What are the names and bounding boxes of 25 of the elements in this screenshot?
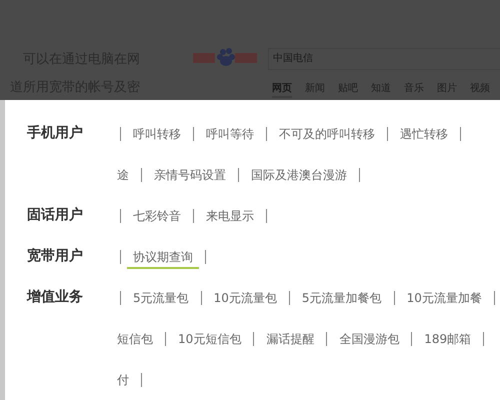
menu-link[interactable]: 途	[117, 164, 129, 184]
menu-link[interactable]: 协议期查询	[127, 244, 199, 268]
category-label: 固话用户	[27, 206, 83, 225]
category-label: 宽带用户	[27, 246, 83, 266]
menu-link[interactable]: 漏话提醒	[266, 328, 314, 348]
menu-link[interactable]: 短信包	[117, 328, 153, 348]
menu-link[interactable]: 七彩铃音	[133, 206, 181, 226]
menu-link[interactable]: 呼叫等待	[206, 124, 254, 144]
menu-link[interactable]: 不可及的呼叫转移	[279, 124, 375, 144]
menu-link[interactable]: 付	[117, 370, 129, 390]
menu-link[interactable]: 189邮箱	[424, 328, 472, 348]
menu-link[interactable]: 全国漫游包	[339, 328, 400, 348]
menu-link[interactable]: 亲情号码设置	[154, 164, 226, 184]
menu-link[interactable]: 5元流量加餐包	[302, 288, 382, 308]
category-label: 增值业务	[27, 288, 83, 307]
menu-link[interactable]: 国际及港澳台漫游	[251, 164, 347, 184]
menu-link[interactable]: 10元流量加餐	[406, 288, 482, 308]
menu-link[interactable]: 呼叫转移	[133, 124, 181, 144]
menu-link[interactable]: 5元流量包	[133, 288, 189, 308]
menu-link[interactable]: 10元短信包	[178, 328, 242, 348]
menu-link[interactable]: 10元流量包	[214, 288, 277, 308]
logo-icon	[193, 45, 257, 67]
menu-link[interactable]: 来电显示	[206, 206, 254, 226]
menu-link[interactable]: 遇忙转移	[400, 124, 448, 144]
category-label: 手机用户	[27, 124, 83, 143]
